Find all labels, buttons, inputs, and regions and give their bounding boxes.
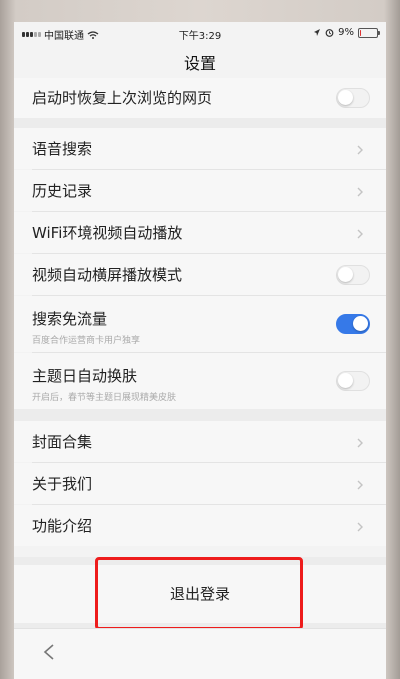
highlight-box xyxy=(95,557,303,630)
page-title: 设置 xyxy=(183,54,216,73)
setting-label: 功能介绍 xyxy=(32,517,93,535)
setting-voice-search[interactable]: 语音搜索 xyxy=(14,128,386,169)
chevron-right-icon xyxy=(356,438,364,447)
setting-sublabel: 开启后，春节等主题日展现精美皮肤 xyxy=(32,393,177,403)
status-right: 9% xyxy=(313,27,380,38)
setting-auto-landscape: 视频自动横屏播放模式 xyxy=(14,254,386,295)
setting-label: 封面合集 xyxy=(32,433,93,451)
setting-cover-collection[interactable]: 封面合集 xyxy=(14,421,386,462)
setting-label: 历史记录 xyxy=(32,182,93,200)
setting-label: WiFi环境视频自动播放 xyxy=(32,224,183,242)
chevron-right-icon xyxy=(356,522,364,531)
battery-icon xyxy=(358,27,380,38)
setting-wifi-autoplay[interactable]: WiFi环境视频自动播放 xyxy=(14,212,386,253)
alarm-icon xyxy=(325,29,334,37)
screen: 中国联通 下午3:29 9% 设置 启动时恢复上次浏览的网页 语音搜索 历史记录… xyxy=(14,22,386,679)
setting-sublabel: 百度合作运营商卡用户独享 xyxy=(32,336,141,346)
chevron-right-icon xyxy=(356,187,364,196)
setting-label: 搜索免流量 xyxy=(32,310,108,328)
setting-label: 视频自动横屏播放模式 xyxy=(32,266,183,284)
setting-label: 关于我们 xyxy=(32,475,93,493)
bottom-toolbar xyxy=(14,628,386,679)
setting-free-data-search: 搜索免流量 百度合作运营商卡用户独享 xyxy=(14,296,386,352)
auto-landscape-toggle[interactable] xyxy=(336,264,370,285)
settings-list: 启动时恢复上次浏览的网页 语音搜索 历史记录 WiFi环境视频自动播放 视频自动… xyxy=(14,78,386,546)
restore-last-page-toggle[interactable] xyxy=(336,88,370,108)
location-icon xyxy=(314,29,321,36)
setting-label: 语音搜索 xyxy=(32,140,93,158)
chevron-right-icon xyxy=(356,229,364,238)
section-gap xyxy=(14,118,386,128)
setting-theme-day-skin: 主题日自动换肤 开启后，春节等主题日展现精美皮肤 xyxy=(14,353,386,409)
setting-history[interactable]: 历史记录 xyxy=(14,170,386,211)
battery-percent: 9% xyxy=(338,27,354,38)
setting-feature-intro[interactable]: 功能介绍 xyxy=(14,505,386,546)
theme-day-skin-toggle[interactable] xyxy=(336,371,370,391)
setting-label: 主题日自动换肤 xyxy=(32,367,138,385)
setting-restore-last-page: 启动时恢复上次浏览的网页 xyxy=(14,78,386,118)
free-data-search-toggle[interactable] xyxy=(336,314,370,334)
back-arrow-icon[interactable] xyxy=(42,643,56,661)
setting-about-us[interactable]: 关于我们 xyxy=(14,463,386,504)
status-bar: 中国联通 下午3:29 9% xyxy=(14,22,386,44)
section-gap xyxy=(14,409,386,421)
chevron-right-icon xyxy=(356,145,364,154)
chevron-right-icon xyxy=(356,480,364,489)
setting-label: 启动时恢复上次浏览的网页 xyxy=(32,89,213,107)
